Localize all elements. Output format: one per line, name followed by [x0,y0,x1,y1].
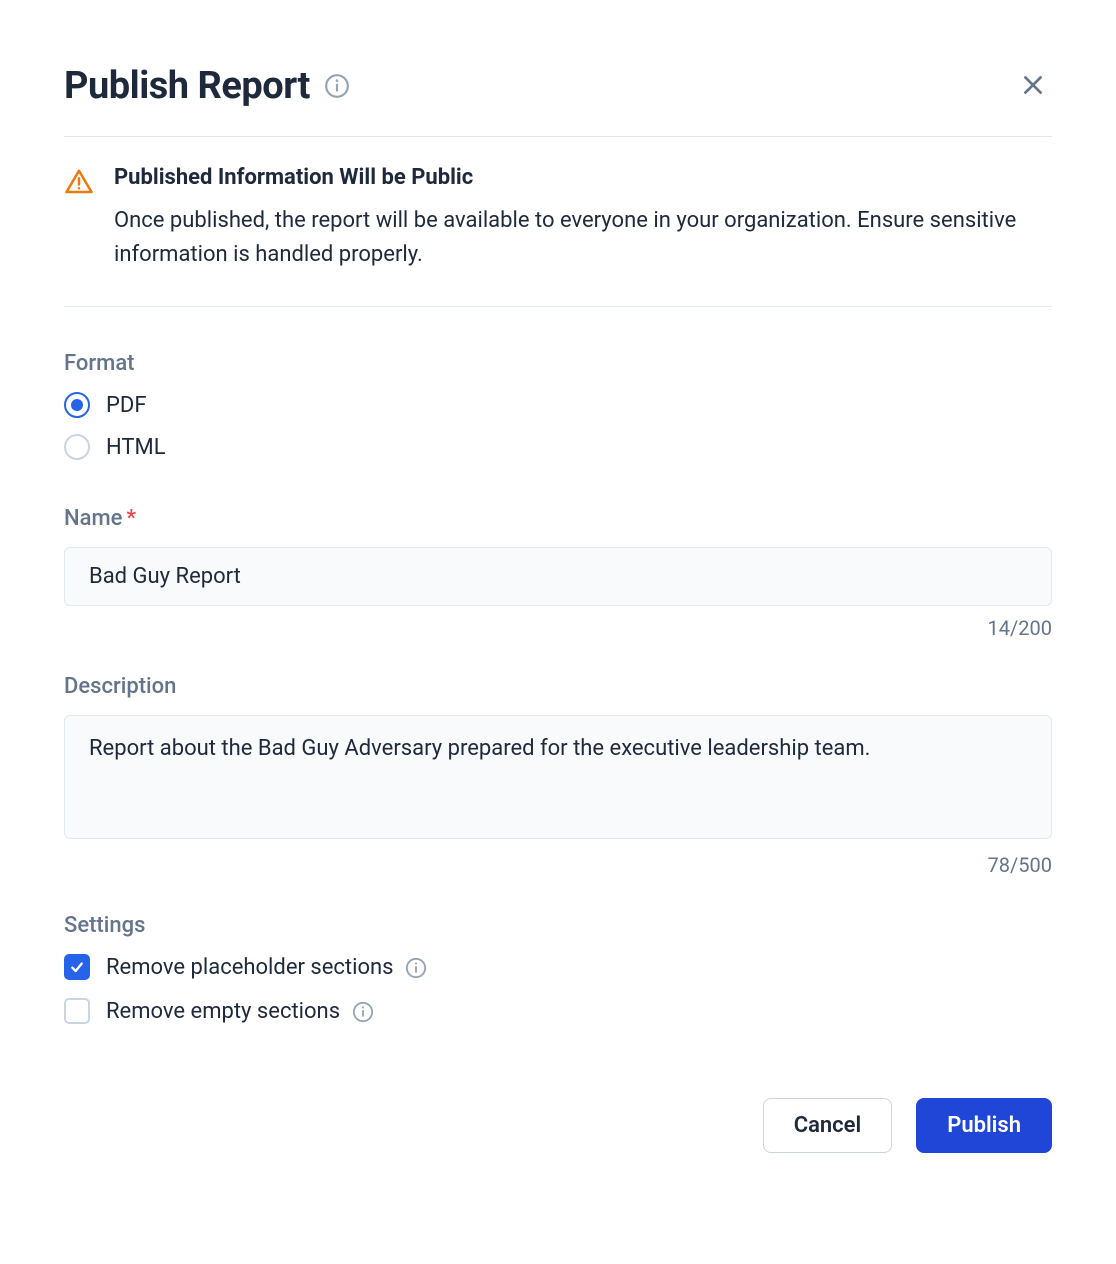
radio-label: PDF [106,393,146,418]
setting-remove-placeholder[interactable]: Remove placeholder sections [64,954,1052,980]
info-icon[interactable] [352,1001,374,1023]
checkbox-label: Remove empty sections [106,999,374,1024]
checkbox-icon [64,998,90,1024]
dialog-title: Publish Report [64,64,310,108]
name-input[interactable] [64,547,1052,606]
warning-banner: Published Information Will be Public Onc… [64,137,1052,307]
dialog-footer: Cancel Publish [64,1042,1052,1153]
description-label: Description [64,674,1052,699]
format-section: Format PDF HTML [64,307,1052,460]
name-label: Name* [64,506,1052,531]
checkbox-label: Remove placeholder sections [106,955,427,980]
publish-report-dialog: Publish Report [0,0,1116,1233]
setting-remove-empty[interactable]: Remove empty sections [64,998,1052,1024]
radio-icon [64,434,90,460]
info-icon[interactable] [324,73,350,99]
dialog-header: Publish Report [64,64,1052,137]
name-counter: 14/200 [64,616,1052,640]
cancel-button[interactable]: Cancel [763,1098,893,1153]
title-wrap: Publish Report [64,64,350,108]
close-button[interactable] [1014,66,1052,107]
checkbox-label-text: Remove placeholder sections [106,955,394,980]
description-section: Description 78/500 [64,640,1052,877]
name-section: Name* 14/200 [64,460,1052,640]
info-icon[interactable] [405,957,427,979]
settings-section: Settings Remove placeholder sections [64,877,1052,1024]
settings-label: Settings [64,913,1052,938]
warning-body: Once published, the report will be avail… [114,204,1052,272]
format-radio-group: PDF HTML [64,392,1052,460]
checkbox-label-text: Remove empty sections [106,999,340,1024]
publish-button[interactable]: Publish [916,1098,1052,1153]
format-label: Format [64,351,1052,376]
close-icon [1020,72,1046,101]
radio-icon [64,392,90,418]
radio-label: HTML [106,435,166,460]
format-option-html[interactable]: HTML [64,434,1052,460]
description-input[interactable] [64,715,1052,839]
description-counter: 78/500 [64,853,1052,877]
required-star: * [126,506,136,531]
name-label-text: Name [64,506,122,531]
format-option-pdf[interactable]: PDF [64,392,1052,418]
warning-title: Published Information Will be Public [114,165,1052,190]
checkbox-icon [64,954,90,980]
warning-icon [64,167,94,272]
